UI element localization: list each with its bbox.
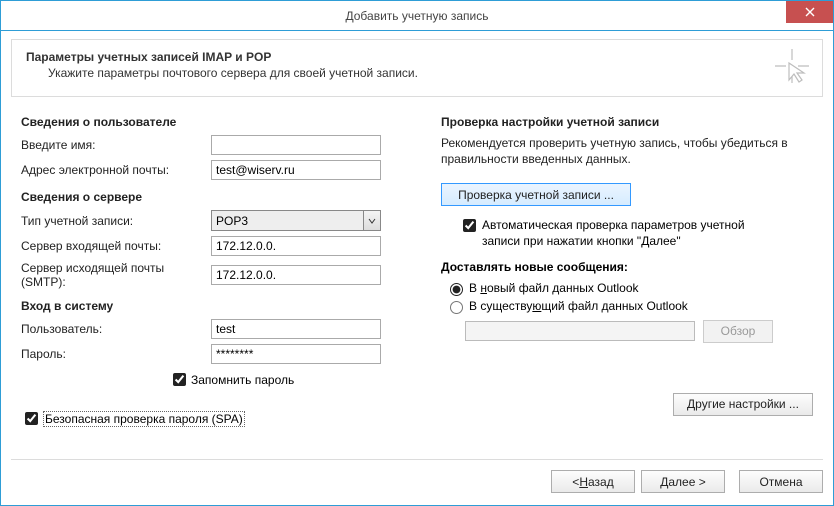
more-settings-button[interactable]: Другие настройки ... xyxy=(673,393,813,416)
pass-label: Пароль: xyxy=(21,347,211,361)
chevron-down-icon xyxy=(363,211,380,230)
remember-label: Запомнить пароль xyxy=(191,373,294,387)
user-input[interactable] xyxy=(211,319,381,339)
email-input[interactable] xyxy=(211,160,381,180)
spa-label: Безопасная проверка пароля (SPA) xyxy=(43,411,245,427)
browse-button: Обзор xyxy=(703,320,773,343)
name-input[interactable] xyxy=(211,135,381,155)
radio-new-label: В новый файл данных Outlook xyxy=(469,281,639,295)
section-test: Проверка настройки учетной записи xyxy=(441,115,813,129)
dialog-body: Сведения о пользователе Введите имя: Адр… xyxy=(1,97,833,459)
spa-checkbox[interactable] xyxy=(25,412,38,425)
auto-test-checkbox[interactable] xyxy=(463,219,476,232)
existing-file-input xyxy=(465,321,695,341)
dialog-window: Добавить учетную запись Параметры учетны… xyxy=(0,0,834,506)
acct-type-value: POP3 xyxy=(216,214,248,228)
section-login: Вход в систему xyxy=(21,299,431,313)
footer: < Назад Далее > Отмена xyxy=(11,459,823,505)
close-button[interactable] xyxy=(786,1,833,23)
name-label: Введите имя: xyxy=(21,138,211,152)
pass-input[interactable] xyxy=(211,344,381,364)
incoming-label: Сервер входящей почты: xyxy=(21,239,211,253)
titlebar: Добавить учетную запись xyxy=(1,1,833,31)
cursor-icon xyxy=(772,46,812,86)
next-button[interactable]: Далее > xyxy=(641,470,725,493)
test-description: Рекомендуется проверить учетную запись, … xyxy=(441,135,813,167)
acct-type-label: Тип учетной записи: xyxy=(21,214,211,228)
left-column: Сведения о пользователе Введите имя: Адр… xyxy=(21,111,431,449)
radio-new-file[interactable] xyxy=(450,283,463,296)
section-user: Сведения о пользователе xyxy=(21,115,431,129)
header-title: Параметры учетных записей IMAP и POP xyxy=(26,50,808,64)
window-title: Добавить учетную запись xyxy=(346,9,489,23)
header-subtitle: Укажите параметры почтового сервера для … xyxy=(48,66,808,80)
deliver-title: Доставлять новые сообщения: xyxy=(441,260,813,274)
radio-existing-label: В существующий файл данных Outlook xyxy=(469,299,688,313)
back-button[interactable]: < Назад xyxy=(551,470,635,493)
auto-test-label: Автоматическая проверка параметров учетн… xyxy=(482,218,762,249)
outgoing-label: Сервер исходящей почты (SMTP): xyxy=(21,261,211,289)
close-icon xyxy=(805,7,815,17)
email-label: Адрес электронной почты: xyxy=(21,163,211,177)
outgoing-input[interactable] xyxy=(211,265,381,285)
test-account-button[interactable]: Проверка учетной записи ... xyxy=(441,183,631,206)
header-panel: Параметры учетных записей IMAP и POP Ука… xyxy=(11,39,823,97)
radio-existing-file[interactable] xyxy=(450,301,463,314)
right-column: Проверка настройки учетной записи Рекоме… xyxy=(431,111,813,449)
incoming-input[interactable] xyxy=(211,236,381,256)
cancel-button[interactable]: Отмена xyxy=(739,470,823,493)
acct-type-combo[interactable]: POP3 xyxy=(211,210,381,231)
section-server: Сведения о сервере xyxy=(21,190,431,204)
user-label: Пользователь: xyxy=(21,322,211,336)
remember-checkbox[interactable] xyxy=(173,373,186,386)
